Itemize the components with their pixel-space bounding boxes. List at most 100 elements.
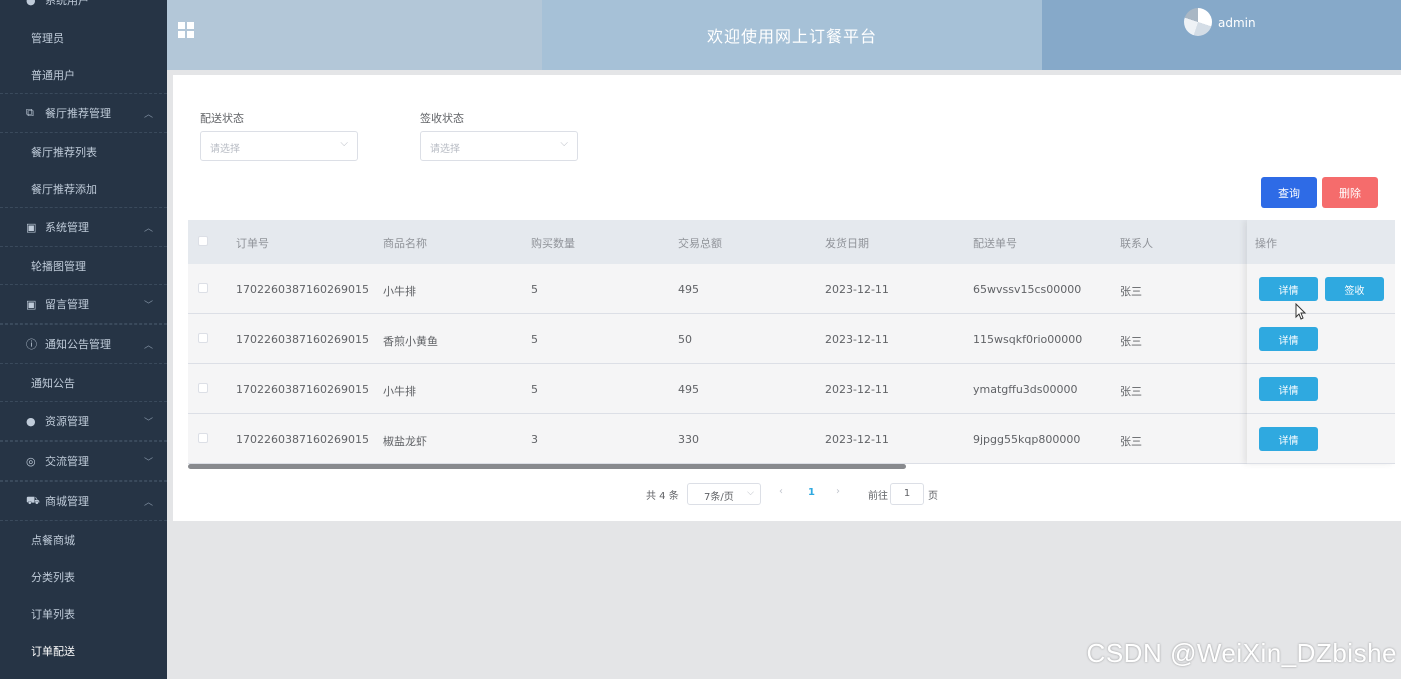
table-cell-total: 330 xyxy=(678,433,699,446)
sidebar-item[interactable]: 分类列表 xyxy=(0,558,167,595)
menu-grid-icon[interactable] xyxy=(178,22,194,38)
page-size-select[interactable]: 7条/页 ⌵ xyxy=(687,483,761,505)
sidebar-item[interactable]: 轮播图管理 xyxy=(0,247,167,284)
chevron-down-icon: ﹀ xyxy=(143,457,153,468)
receipt-status-select[interactable]: 请选择 ⌵ xyxy=(420,131,578,161)
sidebar-label: 点餐商城 xyxy=(31,533,75,547)
chevron-down-icon: ﹀ xyxy=(143,300,153,311)
mouse-cursor-icon xyxy=(1295,303,1307,320)
picture-icon: ▣ xyxy=(26,220,37,234)
goto-page-input[interactable]: 1 xyxy=(890,483,924,505)
sidebar-item[interactable]: 餐厅推荐列表 xyxy=(0,133,167,170)
sidebar-item[interactable]: 通知公告 xyxy=(0,364,167,401)
table-cell-qty: 5 xyxy=(531,333,538,346)
chevron-down-icon: ﹀ xyxy=(143,417,153,428)
sidebar-group[interactable]: ⧉ 餐厅推荐管理 ︿ xyxy=(0,93,167,133)
table-cell-date: 2023-12-11 xyxy=(825,383,889,396)
table-cell-order-no: 1702260387160269015 xyxy=(236,283,369,296)
chevron-up-icon: ︿ xyxy=(143,340,153,351)
column-header: 订单号 xyxy=(236,237,269,250)
chevron-down-icon: ⌵ xyxy=(747,488,754,498)
sidebar-label: 餐厅推荐管理 xyxy=(45,107,111,120)
table-cell-total: 495 xyxy=(678,383,699,396)
sidebar-item[interactable]: 管理员 xyxy=(0,19,167,56)
table-cell-order-no: 1702260387160269015 xyxy=(236,333,369,346)
table-cell-date: 2023-12-11 xyxy=(825,283,889,296)
page-number-current[interactable]: 1 xyxy=(808,487,815,509)
avatar[interactable] xyxy=(1184,8,1212,36)
table-row: 1702260387160269015 小牛排 5 495 2023-12-11 65wv… xyxy=(188,264,1395,314)
sidebar-label: 轮播图管理 xyxy=(31,259,86,273)
sidebar-label: 普通用户 xyxy=(31,68,75,82)
sidebar-group[interactable]: ⛟ 商城管理 ︿ xyxy=(0,481,167,521)
delivery-status-select[interactable]: 请选择 ⌵ xyxy=(200,131,358,161)
page-title: 欢迎使用网上订餐平台 xyxy=(542,0,1042,70)
delivery-status-label: 配送状态 xyxy=(200,112,244,125)
table-cell-product: 椒盐龙虾 xyxy=(383,435,427,448)
header-left xyxy=(167,0,542,70)
sidebar-label: 通知公告 xyxy=(31,376,75,390)
table-cell-delivery-no: 9jpgg55kqp800000 xyxy=(973,433,1081,446)
sidebar-item[interactable]: 订单列表 xyxy=(0,595,167,632)
sidebar-label: 商城管理 xyxy=(45,495,89,508)
chevron-up-icon: ︿ xyxy=(143,223,153,234)
query-button[interactable]: 查询 xyxy=(1261,177,1317,208)
sidebar-label: 管理员 xyxy=(31,31,64,45)
prev-page-icon[interactable]: ‹ xyxy=(779,486,783,508)
row-checkbox[interactable] xyxy=(198,333,208,343)
header-right: admin xyxy=(1042,0,1401,70)
table-cell-contact: 张三 xyxy=(1120,285,1142,298)
table-row: 1702260387160269015 小牛排 5 495 2023-12-11 ymat… xyxy=(188,364,1395,414)
next-page-icon[interactable]: › xyxy=(836,486,840,508)
table-cell-delivery-no: 65wvssv15cs00000 xyxy=(973,283,1082,296)
row-checkbox[interactable] xyxy=(198,283,208,293)
sidebar-group-users[interactable]: ● 系统用户 xyxy=(0,0,167,10)
select-all-checkbox[interactable] xyxy=(198,236,208,246)
copy-icon: ⧉ xyxy=(26,106,34,119)
username[interactable]: admin xyxy=(1218,16,1256,30)
row-checkbox[interactable] xyxy=(198,383,208,393)
sidebar-label: 餐厅推荐列表 xyxy=(31,145,97,159)
orders-table: 订单号 商品名称 购买数量 交易总额 发货日期 配送单号 联系人 操作 17022603871… xyxy=(188,220,1395,470)
sidebar-label: 通知公告管理 xyxy=(45,338,111,351)
row-checkbox[interactable] xyxy=(198,433,208,443)
sidebar-label: 系统管理 xyxy=(45,221,89,234)
sidebar-group[interactable]: ● 资源管理 ﹀ xyxy=(0,401,167,441)
sidebar-group[interactable]: ▣ 留言管理 ﹀ xyxy=(0,284,167,324)
table-header: 订单号 商品名称 购买数量 交易总额 发货日期 配送单号 联系人 操作 xyxy=(188,220,1395,264)
delete-button[interactable]: 删除 xyxy=(1322,177,1378,208)
sidebar-item[interactable]: 餐厅推荐添加 xyxy=(0,170,167,207)
sidebar-group[interactable]: ⓘ 通知公告管理 ︿ xyxy=(0,324,167,364)
content-panel: 配送状态 请选择 ⌵ 签收状态 请选择 ⌵ 查询 删除 订单号 商品名称 购买数量 交… xyxy=(173,75,1401,521)
sidebar-group[interactable]: ◎ 交流管理 ﹀ xyxy=(0,441,167,481)
sidebar-item[interactable]: 普通用户 xyxy=(0,56,167,93)
sidebar-label: 留言管理 xyxy=(45,298,89,311)
chevron-down-icon: ⌵ xyxy=(340,138,348,149)
picture-icon: ▣ xyxy=(26,297,37,311)
table-row: 1702260387160269015 香煎小黄鱼 5 50 2023-12-11 115… xyxy=(188,314,1395,364)
sidebar: ● 系统用户 管理员普通用户 ⧉ 餐厅推荐管理 ︿ 餐厅推荐列表 餐厅推荐添加 ▣ 系统管理 ︿… xyxy=(0,0,167,679)
column-header: 商品名称 xyxy=(383,237,427,250)
table-row: 1702260387160269015 椒盐龙虾 3 330 2023-12-11 9jp… xyxy=(188,414,1395,464)
sidebar-item[interactable]: 订单配送 xyxy=(0,632,167,669)
column-header: 配送单号 xyxy=(973,237,1017,250)
sidebar-item[interactable]: 点餐商城 xyxy=(0,521,167,558)
table-cell-contact: 张三 xyxy=(1120,335,1142,348)
chevron-down-icon: ⌵ xyxy=(560,138,568,149)
table-cell-order-no: 1702260387160269015 xyxy=(236,433,369,446)
sidebar-label: 餐厅推荐添加 xyxy=(31,182,97,196)
page-size-value: 7条/页 xyxy=(704,492,734,503)
sidebar-label: 资源管理 xyxy=(45,415,89,428)
fixed-action-column-shadow xyxy=(1247,220,1395,464)
column-header: 购买数量 xyxy=(531,237,575,250)
horizontal-scrollbar[interactable] xyxy=(188,464,906,469)
location-icon: ● xyxy=(26,414,36,428)
table-cell-delivery-no: 115wsqkf0rio00000 xyxy=(973,333,1083,346)
info-icon: ⓘ xyxy=(26,338,37,351)
sidebar-group[interactable]: ▣ 系统管理 ︿ xyxy=(0,207,167,247)
goto-prefix: 前往 xyxy=(868,491,888,502)
table-cell-date: 2023-12-11 xyxy=(825,333,889,346)
table-cell-qty: 5 xyxy=(531,383,538,396)
receipt-status-label: 签收状态 xyxy=(420,112,464,125)
table-cell-contact: 张三 xyxy=(1120,385,1142,398)
